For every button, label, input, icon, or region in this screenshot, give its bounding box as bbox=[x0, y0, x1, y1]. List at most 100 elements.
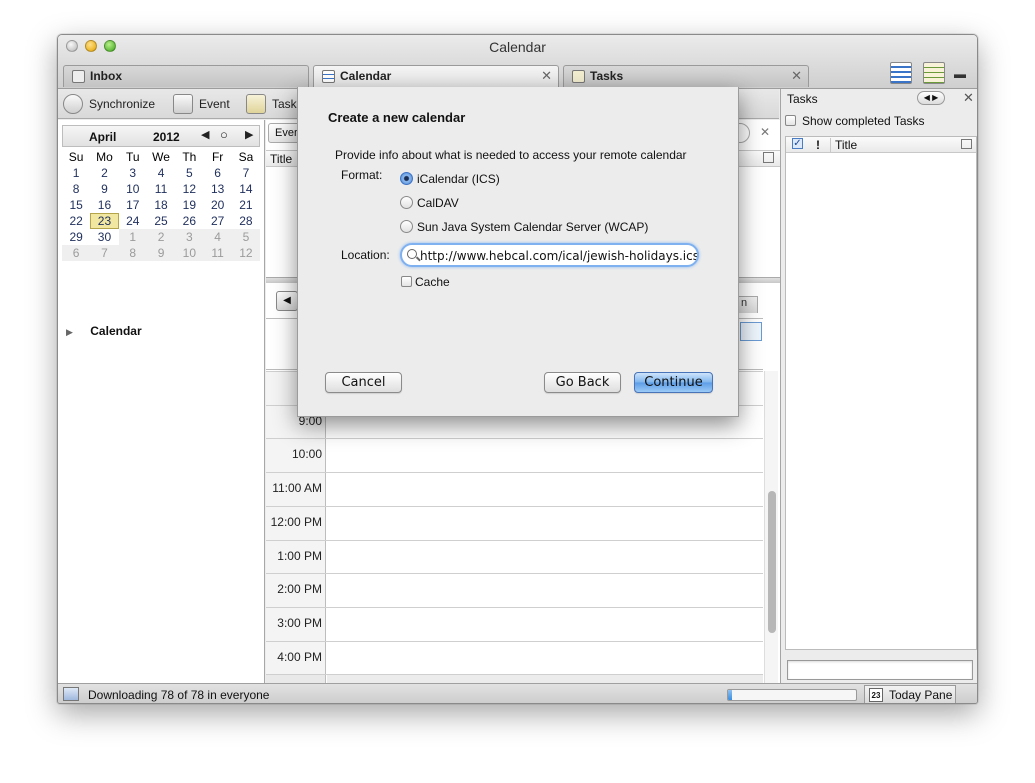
calendar-day[interactable]: 29 bbox=[62, 229, 90, 245]
format-radio-ics[interactable]: iCalendar (ICS) bbox=[400, 172, 500, 186]
previous-month-icon[interactable]: ◀ bbox=[201, 128, 209, 141]
radio-icon[interactable] bbox=[400, 196, 413, 209]
hour-slot[interactable] bbox=[327, 439, 763, 474]
column-picker-icon[interactable] bbox=[763, 152, 774, 163]
tasks-mode-icon[interactable] bbox=[923, 62, 945, 84]
calendar-day[interactable]: 6 bbox=[203, 165, 231, 181]
radio-icon[interactable] bbox=[400, 220, 413, 233]
calendar-day[interactable]: 10 bbox=[119, 181, 147, 197]
calendar-day[interactable]: 8 bbox=[62, 181, 90, 197]
cache-checkbox[interactable]: Cache bbox=[401, 275, 450, 289]
calendar-list-item[interactable]: ▶ Calendar bbox=[66, 324, 142, 338]
calendar-day[interactable]: 9 bbox=[146, 245, 176, 261]
hour-row[interactable]: 5:00 PM bbox=[266, 674, 763, 683]
hour-slot[interactable] bbox=[327, 675, 763, 683]
quick-add-task-input[interactable] bbox=[787, 660, 973, 680]
day-view-scrollbar[interactable] bbox=[764, 371, 778, 683]
new-task-button[interactable]: Task bbox=[246, 94, 297, 114]
tab-inbox[interactable]: Inbox bbox=[63, 65, 309, 87]
format-radio-wcap[interactable]: Sun Java System Calendar Server (WCAP) bbox=[400, 220, 648, 234]
close-icon[interactable]: ✕ bbox=[791, 68, 802, 84]
hour-slot[interactable] bbox=[327, 473, 763, 508]
scrollbar-thumb[interactable] bbox=[768, 491, 776, 633]
calendar-day[interactable]: 18 bbox=[147, 197, 175, 213]
cancel-button[interactable]: Cancel bbox=[325, 372, 402, 393]
hour-row[interactable]: 2:00 PM bbox=[266, 573, 763, 609]
calendar-day[interactable]: 3 bbox=[175, 229, 204, 245]
tab-tasks[interactable]: Tasks ✕ bbox=[563, 65, 809, 87]
calendar-day[interactable]: 7 bbox=[90, 245, 119, 261]
calendar-day[interactable]: 5 bbox=[231, 229, 261, 245]
show-completed-checkbox[interactable]: Show completed Tasks bbox=[785, 114, 925, 128]
column-picker-icon[interactable] bbox=[961, 139, 972, 149]
calendar-day[interactable]: 30 bbox=[90, 229, 118, 245]
year-label[interactable]: 2012 bbox=[153, 130, 180, 144]
calendar-day[interactable]: 9 bbox=[90, 181, 118, 197]
tab-calendar[interactable]: Calendar ✕ bbox=[313, 65, 559, 89]
calendar-day[interactable]: 14 bbox=[232, 181, 260, 197]
calendar-day[interactable]: 8 bbox=[118, 245, 147, 261]
hour-slot[interactable] bbox=[327, 641, 763, 676]
location-input[interactable] bbox=[420, 246, 697, 265]
calendar-day[interactable]: 22 bbox=[62, 213, 90, 229]
calendar-day[interactable]: 21 bbox=[232, 197, 260, 213]
calendar-day[interactable]: 2 bbox=[146, 229, 176, 245]
all-day-cell[interactable] bbox=[740, 322, 762, 341]
close-icon[interactable]: ✕ bbox=[963, 90, 974, 106]
calendar-day[interactable]: 20 bbox=[203, 197, 231, 213]
task-list[interactable]: ✓ ! Title bbox=[785, 136, 977, 650]
hour-slot[interactable] bbox=[327, 607, 763, 642]
hour-row[interactable]: 4:00 PM bbox=[266, 640, 763, 676]
calendar-day[interactable]: 17 bbox=[119, 197, 147, 213]
calendar-day[interactable]: 5 bbox=[175, 165, 203, 181]
importance-column-header[interactable]: ! bbox=[816, 138, 820, 152]
title-column-header[interactable]: Title bbox=[830, 138, 857, 152]
calendar-day[interactable]: 27 bbox=[203, 213, 231, 229]
checkbox-icon[interactable] bbox=[401, 276, 412, 287]
calendar-day[interactable]: 6 bbox=[62, 245, 91, 261]
calendar-day[interactable]: 11 bbox=[203, 245, 232, 261]
calendar-day[interactable]: 28 bbox=[232, 213, 260, 229]
calendar-mode-icon[interactable] bbox=[890, 62, 912, 84]
calendar-day[interactable]: 13 bbox=[203, 181, 231, 197]
calendar-day[interactable]: 12 bbox=[231, 245, 261, 261]
synchronize-button[interactable]: Synchronize bbox=[63, 94, 155, 114]
today-pane-toggle[interactable]: 23 Today Pane bbox=[864, 685, 956, 703]
calendar-day[interactable]: 4 bbox=[203, 229, 232, 245]
calendar-day[interactable]: 19 bbox=[175, 197, 203, 213]
completed-column-icon[interactable]: ✓ bbox=[792, 138, 803, 149]
hour-row[interactable]: 12:00 PM bbox=[266, 505, 763, 541]
calendar-day[interactable]: 26 bbox=[175, 213, 203, 229]
checkbox-icon[interactable] bbox=[785, 115, 796, 126]
hour-slot[interactable] bbox=[327, 540, 763, 575]
calendar-day[interactable]: 12 bbox=[175, 181, 203, 197]
close-icon[interactable]: ✕ bbox=[760, 125, 770, 139]
new-event-button[interactable]: Event bbox=[173, 94, 230, 114]
radio-selected-icon[interactable] bbox=[400, 172, 413, 185]
calendar-day[interactable]: 24 bbox=[119, 213, 147, 229]
previous-day-button[interactable]: ◀ bbox=[276, 291, 298, 311]
calendar-day[interactable]: 1 bbox=[62, 165, 90, 181]
disclosure-triangle-icon[interactable]: ▶ bbox=[66, 327, 73, 337]
month-label[interactable]: April bbox=[89, 130, 116, 144]
calendar-day[interactable]: 3 bbox=[119, 165, 147, 181]
go-back-button[interactable]: Go Back bbox=[544, 372, 621, 393]
hour-slot[interactable] bbox=[327, 506, 763, 541]
title-column-header[interactable]: Title bbox=[270, 152, 292, 166]
calendar-day[interactable]: 11 bbox=[147, 181, 175, 197]
overflow-menu-icon[interactable]: ▬ bbox=[954, 67, 970, 81]
calendar-day[interactable]: 4 bbox=[147, 165, 175, 181]
calendar-day[interactable]: 15 bbox=[62, 197, 90, 213]
calendar-day[interactable]: 1 bbox=[118, 229, 147, 245]
today-circle-icon[interactable]: ○ bbox=[220, 127, 228, 142]
hour-row[interactable]: 3:00 PM bbox=[266, 606, 763, 642]
calendar-day[interactable]: 23 bbox=[90, 213, 119, 229]
hour-row[interactable]: 1:00 PM bbox=[266, 539, 763, 575]
next-month-icon[interactable]: ▶ bbox=[245, 128, 253, 141]
calendar-day[interactable]: 2 bbox=[90, 165, 118, 181]
continue-button[interactable]: Continue bbox=[634, 372, 713, 393]
hour-row[interactable]: 11:00 AM bbox=[266, 472, 763, 508]
close-icon[interactable]: ✕ bbox=[541, 68, 552, 84]
hour-slot[interactable] bbox=[327, 574, 763, 609]
hour-row[interactable]: 10:00 bbox=[266, 438, 763, 474]
